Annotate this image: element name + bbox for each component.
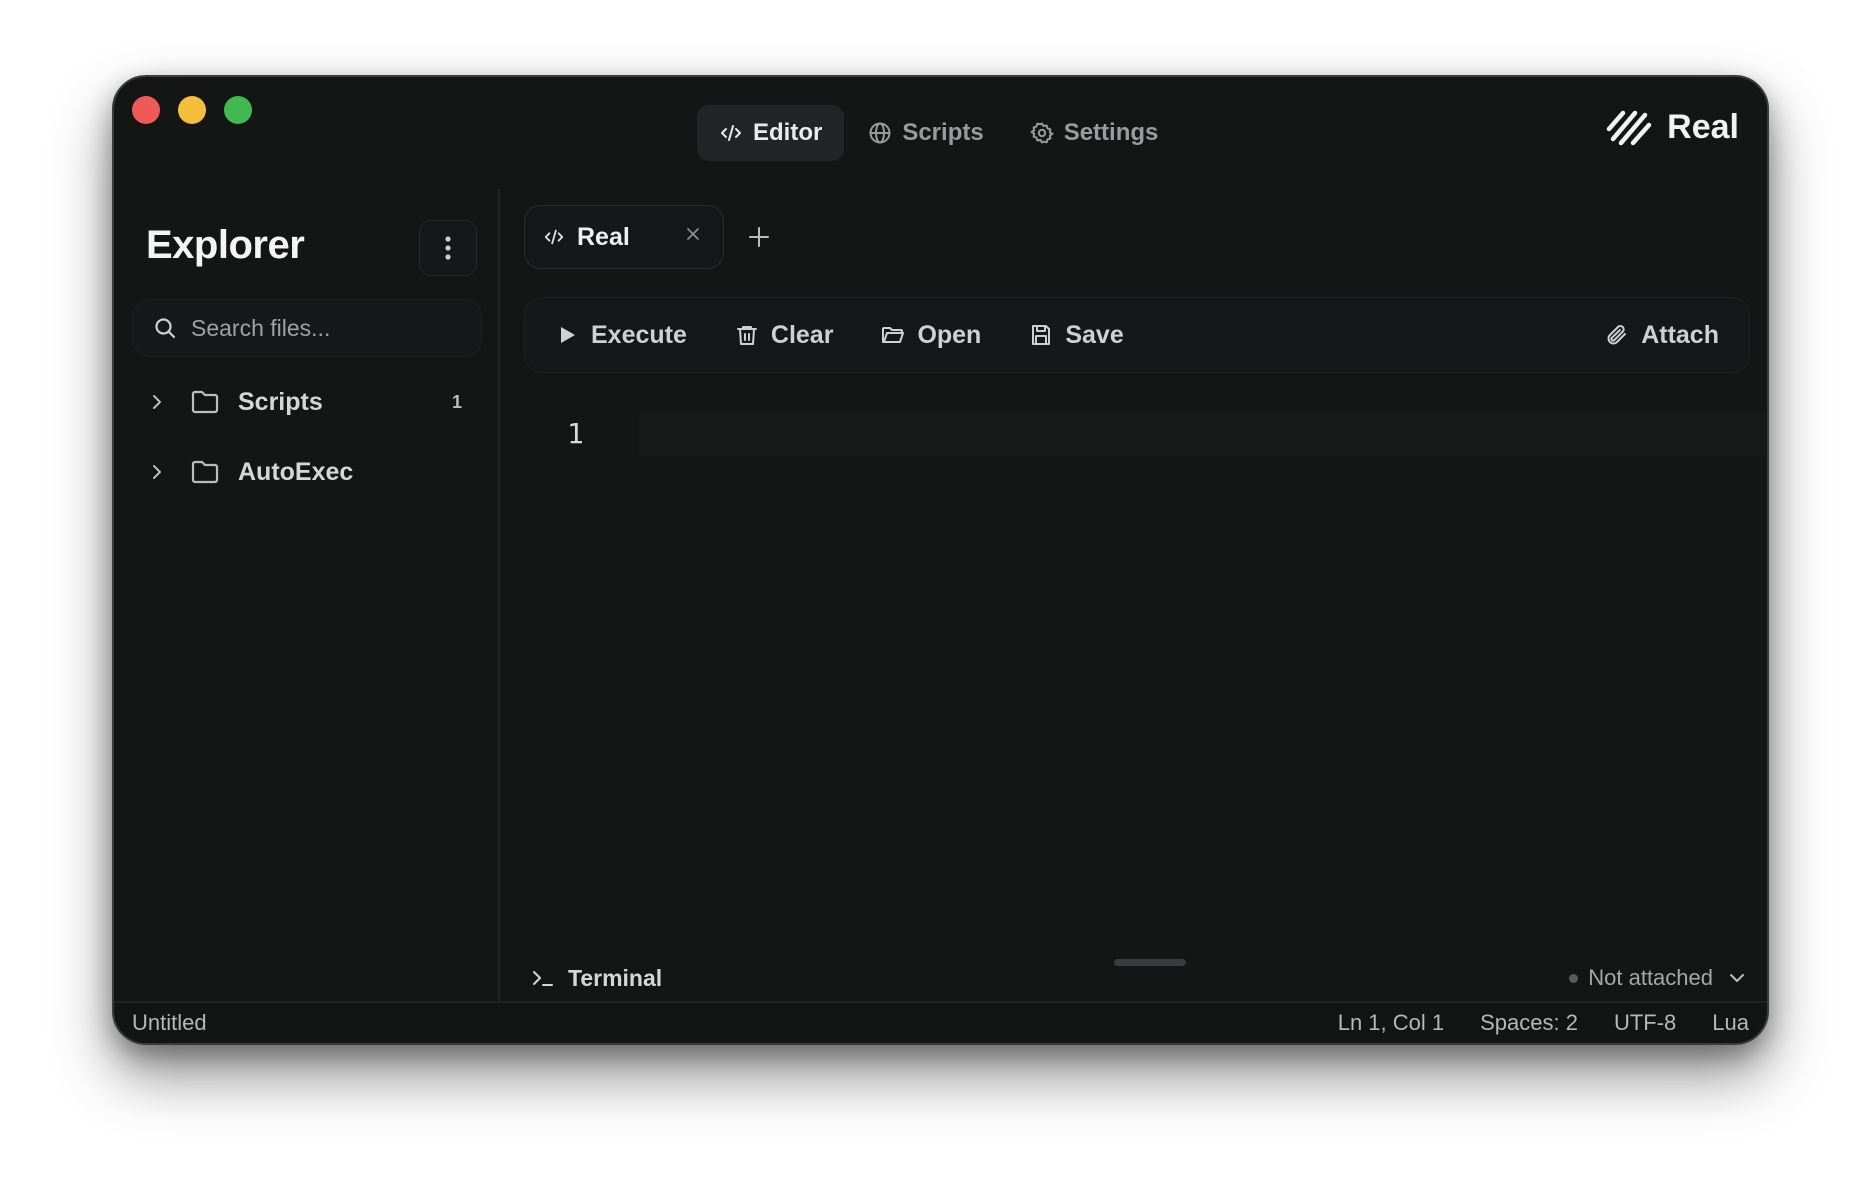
open-label: Open: [917, 320, 982, 349]
editor-tab-label: Real: [577, 222, 630, 251]
status-indentation[interactable]: Spaces: 2: [1480, 1010, 1578, 1036]
brand-name: Real: [1667, 107, 1739, 146]
editor-toolbar: Execute Clear Open Save Attach: [524, 297, 1750, 373]
search-input[interactable]: [191, 314, 451, 342]
status-language[interactable]: Lua: [1712, 1010, 1749, 1036]
status-encoding[interactable]: UTF-8: [1614, 1010, 1676, 1036]
tree-folder-label: Scripts: [238, 387, 323, 416]
tab-scripts-label: Scripts: [902, 119, 984, 146]
window-controls: [132, 96, 252, 124]
tree-folder-label: AutoExec: [238, 457, 354, 486]
clear-button[interactable]: Clear: [735, 320, 834, 350]
folder-count-badge: 1: [451, 391, 462, 412]
status-cursor-position[interactable]: Ln 1, Col 1: [1338, 1010, 1444, 1036]
save-icon: [1032, 325, 1051, 345]
brand: Real: [1605, 107, 1739, 147]
terminal-icon: [533, 971, 553, 986]
play-icon: [561, 327, 575, 343]
tree-folder-scripts[interactable]: Scripts 1: [134, 367, 484, 437]
editor-tabbar: Real: [524, 205, 774, 269]
terminal-bar[interactable]: Terminal Not attached: [502, 949, 1767, 1007]
sidebar-more-button[interactable]: [419, 220, 477, 276]
editor-tab-real[interactable]: Real: [524, 205, 724, 269]
status-dot: [1569, 973, 1579, 983]
execute-label: Execute: [591, 320, 687, 349]
line-number: 1: [567, 417, 584, 450]
clear-label: Clear: [770, 320, 834, 349]
sidebar: Explorer Scripts 1 AutoExec: [114, 189, 500, 1007]
search-icon: [155, 318, 176, 339]
add-tab-button[interactable]: [744, 222, 774, 252]
file-tree: Scripts 1 AutoExec: [134, 367, 484, 507]
chevron-right-icon[interactable]: [148, 463, 166, 481]
close-window-button[interactable]: [132, 96, 160, 124]
status-bar: Untitled Ln 1, Col 1 Spaces: 2 UTF-8 Lua: [114, 1001, 1767, 1043]
open-button[interactable]: Open: [881, 321, 981, 350]
chevron-right-icon[interactable]: [148, 393, 166, 411]
save-label: Save: [1065, 320, 1124, 349]
execute-button[interactable]: Execute: [555, 321, 687, 350]
tab-settings[interactable]: Settings: [1008, 105, 1181, 161]
globe-icon: [869, 122, 891, 144]
status-right: Ln 1, Col 1 Spaces: 2 UTF-8 Lua: [1338, 1010, 1749, 1036]
save-button[interactable]: Save: [1029, 320, 1124, 350]
attach-button[interactable]: Attach: [1605, 321, 1719, 350]
maximize-window-button[interactable]: [224, 96, 252, 124]
minimize-window-button[interactable]: [178, 96, 206, 124]
code-icon: [544, 229, 564, 245]
more-vertical-icon: [445, 236, 451, 260]
search-box: [132, 299, 482, 357]
tab-editor-label: Editor: [753, 119, 823, 146]
app-window: Editor Scripts Settings Real Explorer Sc…: [112, 75, 1769, 1045]
top-nav: Editor Scripts Settings: [697, 105, 1180, 161]
folder-open-icon: [882, 327, 905, 343]
terminal-status: Not attached: [1569, 965, 1713, 991]
status-file-name: Untitled: [132, 1010, 207, 1035]
tab-editor[interactable]: Editor: [697, 105, 845, 161]
chevron-down-icon[interactable]: [1727, 968, 1747, 988]
sidebar-title: Explorer: [146, 223, 305, 267]
trash-icon: [736, 326, 757, 345]
current-line-highlight: [639, 412, 1767, 456]
terminal-status-text: Not attached: [1588, 965, 1713, 990]
terminal-toggle[interactable]: Terminal: [532, 965, 662, 992]
paperclip-icon: [1607, 325, 1627, 345]
brand-logo-icon: [1606, 110, 1652, 146]
tab-scripts[interactable]: Scripts: [846, 105, 1005, 161]
close-icon[interactable]: [685, 226, 701, 242]
code-editor[interactable]: 1: [502, 387, 1767, 867]
plus-icon: [749, 227, 769, 247]
attach-label: Attach: [1641, 320, 1719, 349]
code-icon: [721, 125, 741, 141]
gear-icon: [1030, 122, 1054, 144]
folder-icon: [191, 460, 219, 484]
folder-icon: [191, 390, 219, 414]
tab-settings-label: Settings: [1063, 119, 1159, 146]
tree-folder-autoexec[interactable]: AutoExec: [134, 437, 484, 507]
terminal-label: Terminal: [568, 964, 663, 991]
